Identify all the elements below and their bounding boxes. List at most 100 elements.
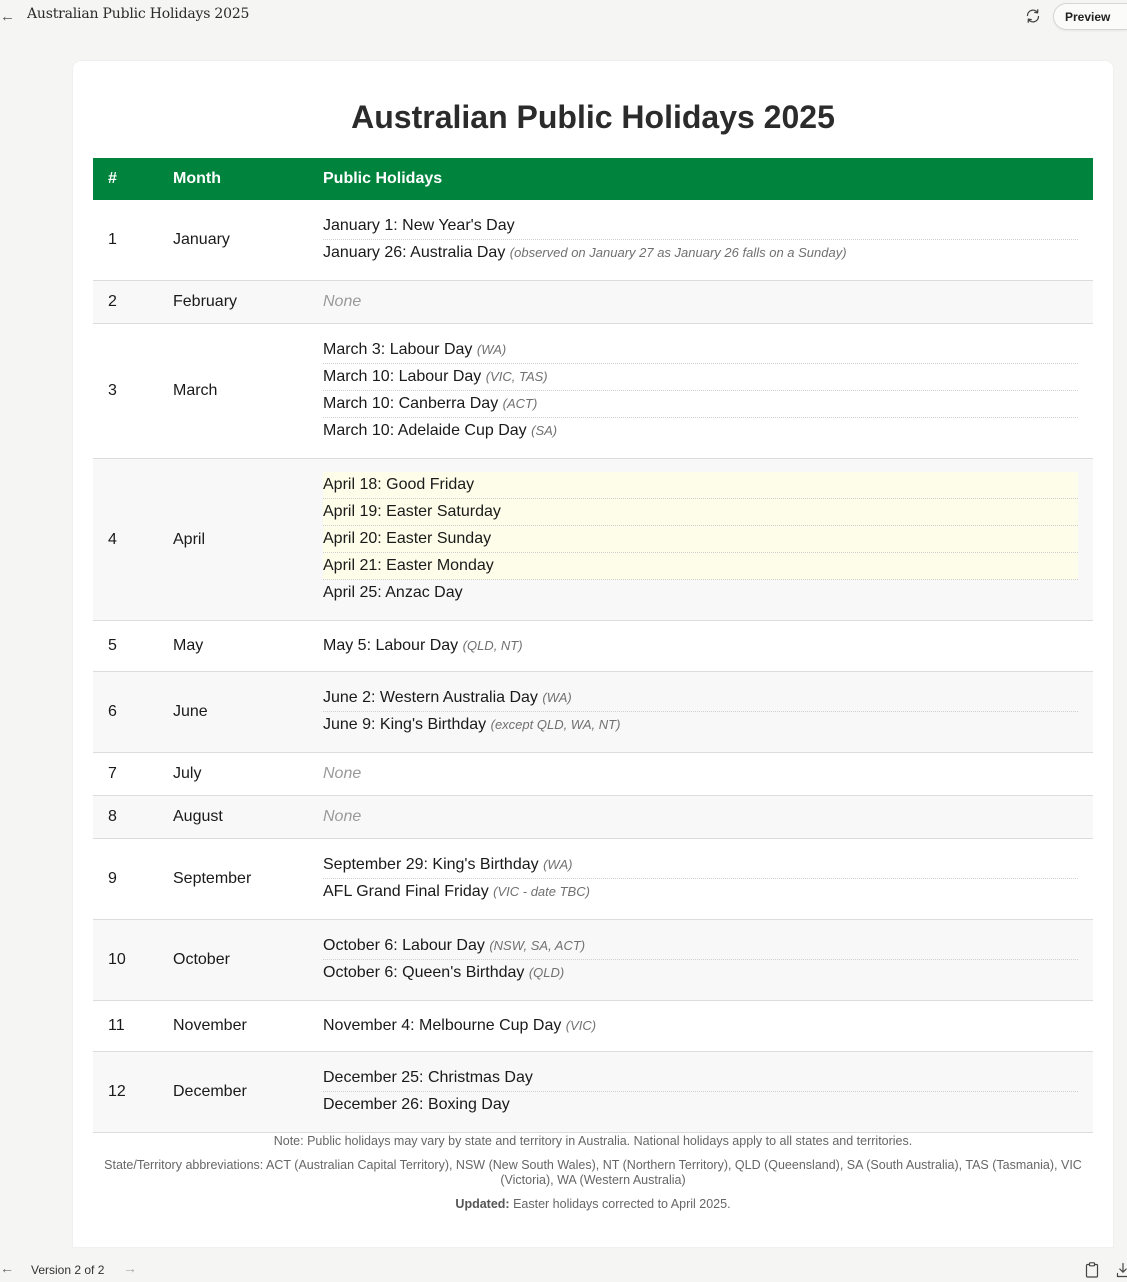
row-number: 1 <box>93 200 158 281</box>
holiday-name: October 6: Labour Day <box>323 937 485 954</box>
row-number: 2 <box>93 280 158 324</box>
row-number: 8 <box>93 795 158 839</box>
holiday-item: April 19: Easter Saturday <box>323 499 1078 526</box>
row-holidays: None <box>308 280 1093 324</box>
updated-text: Easter holidays corrected to April 2025. <box>509 1197 731 1211</box>
row-holidays: November 4: Melbourne Cup Day (VIC) <box>308 1000 1093 1052</box>
holiday-name: March 3: Labour Day <box>323 341 473 358</box>
row-number: 11 <box>93 1000 158 1052</box>
holiday-item: December 25: Christmas Day <box>323 1065 1078 1092</box>
row-month: April <box>158 458 308 621</box>
holiday-note: (WA) <box>542 690 572 705</box>
holiday-note: (VIC, TAS) <box>485 369 548 384</box>
holiday-note: (observed on January 27 as January 26 fa… <box>509 245 847 260</box>
row-holidays: January 1: New Year's Day January 26: Aus… <box>308 200 1093 281</box>
holiday-item: AFL Grand Final Friday (VIC - date TBC) <box>323 879 1078 906</box>
row-month: May <box>158 620 308 672</box>
refresh-icon[interactable] <box>1024 7 1042 25</box>
holiday-item: September 29: King's Birthday (WA) <box>323 852 1078 879</box>
row-number: 10 <box>93 919 158 1001</box>
bottom-bar: ← Version 2 of 2 → <box>0 1258 1127 1282</box>
holiday-note: (NSW, SA, ACT) <box>489 938 586 953</box>
row-number: 6 <box>93 671 158 753</box>
holiday-item: January 1: New Year's Day <box>323 213 1078 240</box>
row-month: January <box>158 200 308 281</box>
holiday-name: April 25: Anzac Day <box>323 584 463 601</box>
table-header-row: # Month Public Holidays <box>93 158 1093 200</box>
holiday-name: April 20: Easter Sunday <box>323 530 492 547</box>
table-row: 2 February None <box>93 280 1093 324</box>
holiday-name: December 25: Christmas Day <box>323 1069 533 1086</box>
row-month: March <box>158 323 308 459</box>
table-row: 6 June June 2: Western Australia Day (WA) J… <box>93 671 1093 753</box>
updated-label: Updated: <box>455 1197 510 1211</box>
row-holidays: None <box>308 752 1093 796</box>
holiday-item: January 26: Australia Day (observed on J… <box>323 240 1078 267</box>
no-holidays-text: None <box>323 808 362 825</box>
holiday-note: (except QLD, WA, NT) <box>490 717 621 732</box>
table-row: 12 December December 25: Christmas Day Dece… <box>93 1051 1093 1133</box>
holiday-note: (VIC) <box>565 1017 597 1033</box>
previous-version-icon[interactable]: ← <box>0 1260 14 1276</box>
holiday-name: AFL Grand Final Friday <box>323 883 489 900</box>
row-holidays: June 2: Western Australia Day (WA) June 9… <box>308 671 1093 753</box>
row-holidays: March 3: Labour Day (WA) March 10: Labour… <box>308 323 1093 459</box>
holiday-item: May 5: Labour Day (QLD, NT) <box>323 633 1078 660</box>
download-icon[interactable] <box>1116 1262 1127 1278</box>
row-month: November <box>158 1000 308 1052</box>
top-bar: ← Australian Public Holidays 2025 Previe… <box>0 0 1127 40</box>
holiday-name: April 21: Easter Monday <box>323 557 494 574</box>
row-holidays: May 5: Labour Day (QLD, NT) <box>308 620 1093 672</box>
document-preview-card: Australian Public Holidays 2025 # Month … <box>73 61 1113 1247</box>
table-row: 7 July None <box>93 752 1093 796</box>
row-number: 9 <box>93 838 158 920</box>
no-holidays-text: None <box>323 765 362 782</box>
row-number: 3 <box>93 323 158 459</box>
table-body: 1 January January 1: New Year's Day January… <box>93 200 1093 1133</box>
row-holidays: September 29: King's Birthday (WA) AFL Gr… <box>308 838 1093 920</box>
preview-button[interactable]: Preview <box>1053 3 1127 30</box>
footnote-abbreviations: State/Territory abbreviations: ACT (Aust… <box>104 1158 1082 1187</box>
holiday-item: March 10: Adelaide Cup Day (SA) <box>323 418 1078 445</box>
row-number: 12 <box>93 1051 158 1133</box>
row-number: 4 <box>93 458 158 621</box>
back-arrow-icon[interactable]: ← <box>0 8 16 26</box>
holiday-name: September 29: King's Birthday <box>323 856 539 873</box>
footnote-updated: Updated: Easter holidays corrected to Ap… <box>93 1197 1093 1212</box>
holiday-item: March 10: Canberra Day (ACT) <box>323 391 1078 418</box>
table-row: 1 January January 1: New Year's Day January… <box>93 200 1093 281</box>
table-row: 8 August None <box>93 795 1093 839</box>
holiday-item: April 20: Easter Sunday <box>323 526 1078 553</box>
holiday-item: June 2: Western Australia Day (WA) <box>323 685 1078 712</box>
holiday-note: (QLD) <box>528 965 565 980</box>
holiday-item: March 3: Labour Day (WA) <box>323 337 1078 364</box>
holiday-name: March 10: Labour Day <box>323 368 482 385</box>
row-holidays: None <box>308 795 1093 839</box>
holiday-name: January 1: New Year's Day <box>323 217 515 234</box>
version-label: Version 2 of 2 <box>31 1263 105 1277</box>
holiday-name: June 9: King's Birthday <box>323 716 487 733</box>
holiday-item: June 9: King's Birthday (except QLD, WA,… <box>323 712 1078 739</box>
next-version-icon[interactable]: → <box>123 1260 137 1276</box>
holiday-note: (ACT) <box>502 396 538 411</box>
holiday-name: March 10: Adelaide Cup Day <box>323 422 527 439</box>
table-row: 4 April April 18: Good Friday April 19: Eas… <box>93 458 1093 621</box>
footnotes: Note: Public holidays may vary by state … <box>93 1134 1093 1221</box>
holiday-name: December 26: Boxing Day <box>323 1096 510 1113</box>
row-month: June <box>158 671 308 753</box>
row-month: August <box>158 795 308 839</box>
holiday-item: March 10: Labour Day (VIC, TAS) <box>323 364 1078 391</box>
holiday-item: October 6: Labour Day (NSW, SA, ACT) <box>323 933 1078 960</box>
page-title: Australian Public Holidays 2025 <box>351 99 835 135</box>
no-holidays-text: None <box>323 293 362 310</box>
clipboard-icon[interactable] <box>1085 1262 1099 1278</box>
holiday-name: November 4: Melbourne Cup Day <box>323 1016 562 1034</box>
table-row: 11 November November 4: Melbourne Cup Day … <box>93 1000 1093 1052</box>
row-number: 7 <box>93 752 158 796</box>
holiday-item: April 25: Anzac Day <box>323 580 1078 607</box>
holiday-name: May 5: Labour Day <box>323 636 459 654</box>
holiday-name: March 10: Canberra Day <box>323 395 499 412</box>
holiday-name: April 18: Good Friday <box>323 476 475 493</box>
table-row: 10 October October 6: Labour Day (NSW, SA,… <box>93 919 1093 1001</box>
column-header-number: # <box>108 170 117 187</box>
